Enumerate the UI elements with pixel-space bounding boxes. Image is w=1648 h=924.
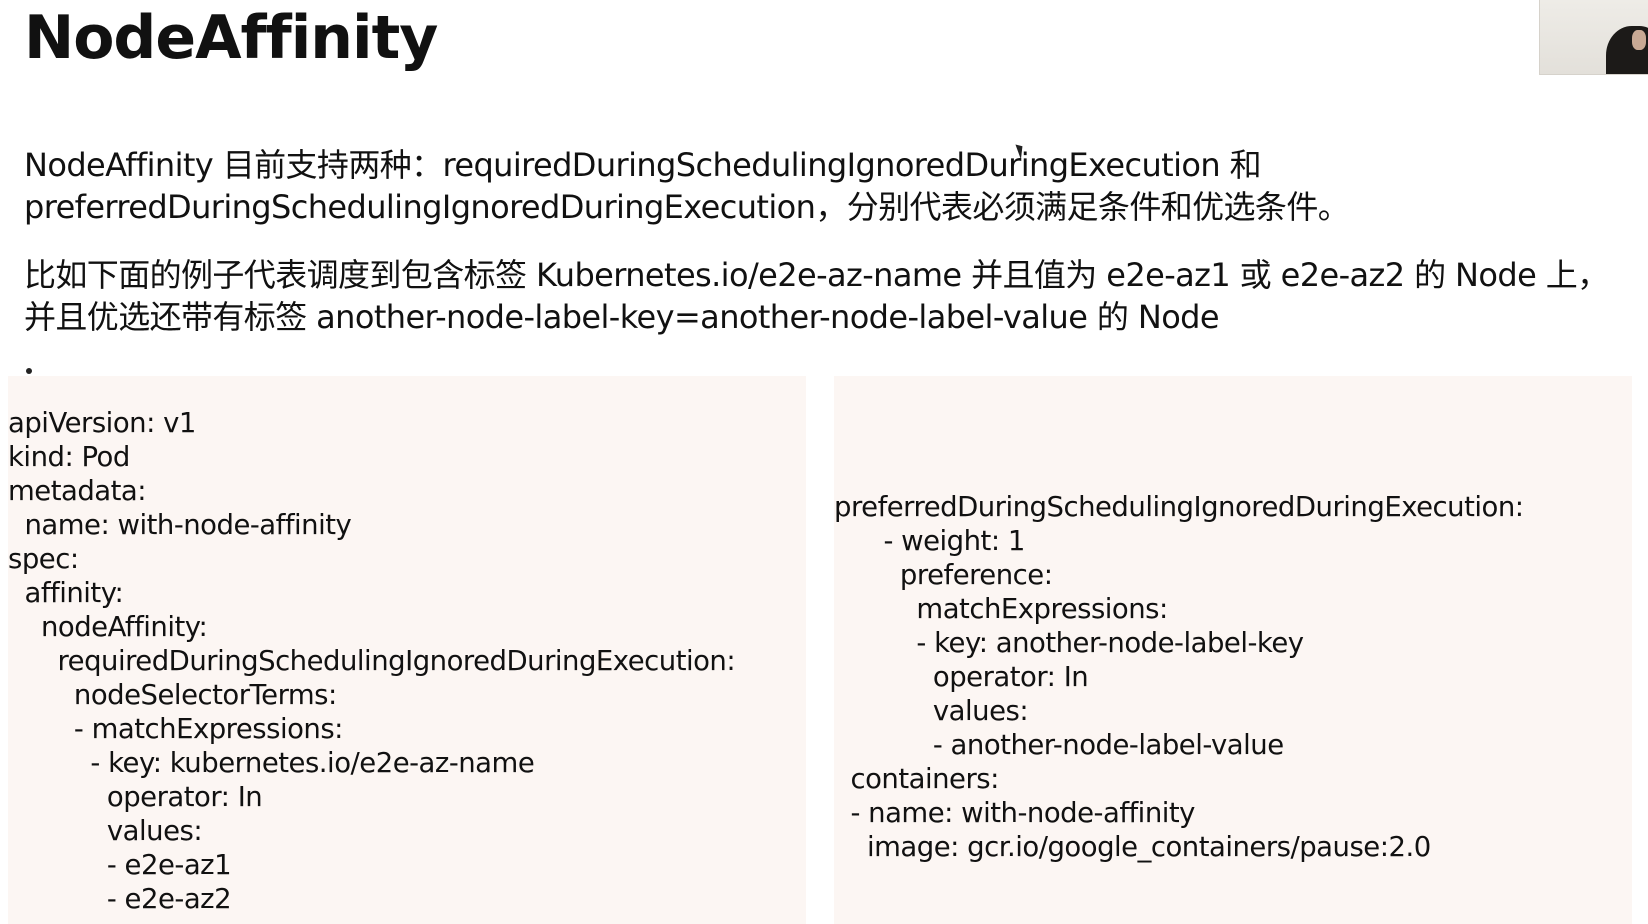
code-line: - another-node-label-value <box>834 729 1284 761</box>
code-line: operator: In <box>834 661 1089 693</box>
presenter-video-thumbnail <box>1539 0 1648 75</box>
code-line: values: <box>834 695 1029 727</box>
code-line: - weight: 1 <box>834 525 1025 557</box>
description-paragraph-2: 比如下面的例子代表调度到包含标签 Kubernetes.io/e2e-az-na… <box>24 256 1609 336</box>
code-line: - e2e-az2 <box>8 883 232 915</box>
stray-period <box>26 368 32 374</box>
code-line: nodeSelectorTerms: <box>8 679 337 711</box>
code-line: - e2e-az1 <box>8 849 232 881</box>
code-line: kind: Pod <box>8 441 130 473</box>
code-line: affinity: <box>8 577 124 609</box>
code-line: image: gcr.io/google_containers/pause:2.… <box>834 831 1431 863</box>
code-line: nodeAffinity: <box>8 611 208 643</box>
code-line: metadata: <box>8 475 147 507</box>
presenter-face <box>1632 30 1646 50</box>
code-line: matchExpressions: <box>834 593 1168 625</box>
code-line: containers: <box>834 763 999 795</box>
code-line: preference: <box>834 559 1053 591</box>
code-line: - matchExpressions: <box>8 713 344 745</box>
yaml-code-block-left: apiVersion: v1 kind: Pod metadata: name: w… <box>8 406 736 916</box>
slide-title: NodeAffinity <box>24 3 438 73</box>
code-line: - key: kubernetes.io/e2e-az-name <box>8 747 535 779</box>
yaml-code-block-right: preferredDuringSchedulingIgnoredDuringEx… <box>834 490 1524 864</box>
description-paragraph-1: NodeAffinity 目前支持两种：requiredDuringSchedu… <box>24 146 1350 226</box>
code-line: values: <box>8 815 203 847</box>
code-line: spec: <box>8 543 79 575</box>
code-line: requiredDuringSchedulingIgnoredDuringExe… <box>8 645 736 677</box>
code-line: apiVersion: v1 <box>8 407 196 439</box>
yaml-code-panel-left: apiVersion: v1 kind: Pod metadata: name: w… <box>8 376 806 924</box>
code-line: name: with-node-affinity <box>8 509 352 541</box>
yaml-code-panel-right: preferredDuringSchedulingIgnoredDuringEx… <box>834 376 1632 924</box>
code-line: preferredDuringSchedulingIgnoredDuringEx… <box>834 491 1524 523</box>
code-line: - key: another-node-label-key <box>834 627 1304 659</box>
code-line: operator: In <box>8 781 263 813</box>
code-line: - name: with-node-affinity <box>834 797 1195 829</box>
